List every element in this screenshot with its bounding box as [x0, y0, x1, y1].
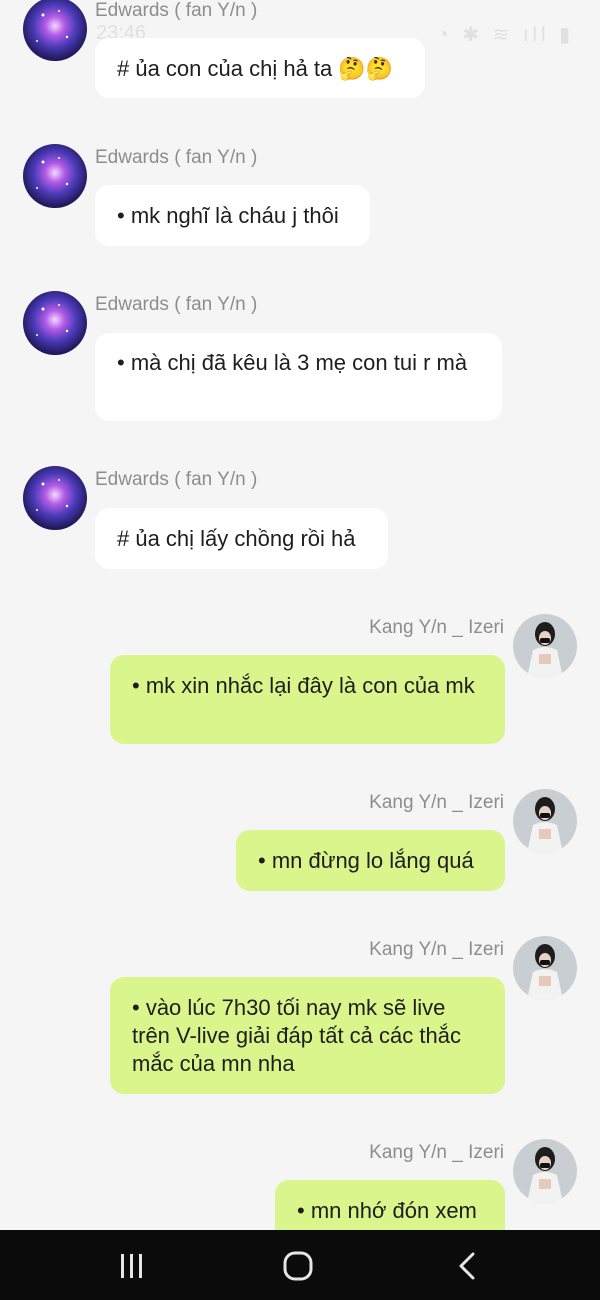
- home-icon[interactable]: [280, 1248, 316, 1284]
- sender-name: Edwards ( fan Y/n ): [95, 147, 258, 168]
- recent-apps-icon[interactable]: [113, 1248, 149, 1284]
- avatar-galaxy[interactable]: [23, 144, 87, 208]
- message-bubble[interactable]: # ủa con của chị hả ta 🤔🤔: [95, 38, 425, 98]
- message-bubble[interactable]: • mk xin nhắc lại đây là con của mk: [110, 655, 505, 744]
- message-bubble[interactable]: • mk nghĩ là cháu j thôi: [95, 185, 370, 246]
- sender-name: Kang Y/n _ Izeri: [369, 939, 504, 960]
- avatar-photo[interactable]: [513, 936, 577, 1000]
- message-bubble[interactable]: • mn đừng lo lắng quá: [236, 830, 505, 891]
- avatar-galaxy[interactable]: [23, 466, 87, 530]
- sender-name: Edwards ( fan Y/n ): [95, 0, 258, 21]
- sender-name: Edwards ( fan Y/n ): [95, 469, 258, 490]
- avatar-galaxy[interactable]: [23, 291, 87, 355]
- avatar-photo[interactable]: [513, 614, 577, 678]
- back-icon[interactable]: [449, 1248, 485, 1284]
- navigation-bar: [0, 1230, 600, 1300]
- avatar-photo[interactable]: [513, 789, 577, 853]
- sender-name: Edwards ( fan Y/n ): [95, 294, 258, 315]
- sender-name: Kang Y/n _ Izeri: [369, 1142, 504, 1163]
- avatar-galaxy[interactable]: [23, 0, 87, 61]
- sender-name: Kang Y/n _ Izeri: [369, 792, 504, 813]
- message-bubble[interactable]: # ủa chị lấy chồng rồi hả: [95, 508, 388, 569]
- avatar-photo[interactable]: [513, 1139, 577, 1203]
- message-bubble[interactable]: • vào lúc 7h30 tối nay mk sẽ live trên V…: [110, 977, 505, 1094]
- sender-name: Kang Y/n _ Izeri: [369, 617, 504, 638]
- message-bubble[interactable]: • mà chị đã kêu là 3 mẹ con tui r mà: [95, 333, 502, 421]
- status-icons: ◔ ✱ ≋ ıll ▮: [436, 24, 574, 46]
